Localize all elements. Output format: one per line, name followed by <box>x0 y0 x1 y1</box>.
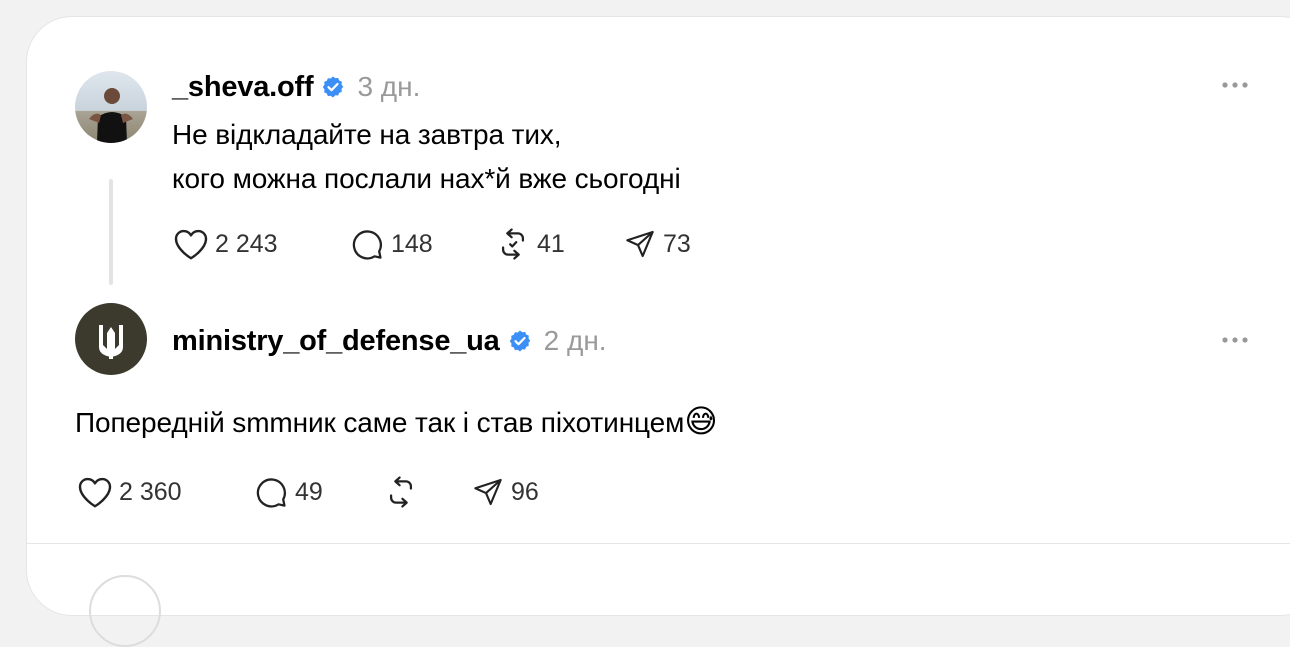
post-actions: 2 243 148 41 73 <box>173 227 723 261</box>
next-post-avatar[interactable] <box>89 575 161 647</box>
post-time[interactable]: 3 дн. <box>357 71 420 103</box>
more-horizontal-icon <box>1222 82 1248 88</box>
like-count: 2 360 <box>119 477 182 506</box>
verified-badge-icon <box>323 76 344 98</box>
reply-count: 148 <box>391 229 433 258</box>
post-header: _sheva.off 3 дн. <box>172 71 420 103</box>
reply-button[interactable]: 49 <box>253 475 383 509</box>
thread-card: _sheva.off 3 дн. Не відкладайте на завтр… <box>26 16 1290 647</box>
verified-badge-icon <box>509 330 530 352</box>
more-options-button[interactable] <box>1215 75 1255 95</box>
trident-icon <box>99 325 123 359</box>
send-icon <box>474 478 502 506</box>
send-icon <box>626 230 654 258</box>
like-count: 2 243 <box>215 229 278 258</box>
sweat-smile-emoji: 😅 <box>684 403 718 439</box>
comment-icon <box>352 230 382 260</box>
reply-count: 49 <box>295 477 323 506</box>
repost-count: 41 <box>537 229 565 258</box>
post-text-line: Не відкладайте на завтра тих, <box>172 119 562 150</box>
username[interactable]: _sheva.off <box>172 71 314 104</box>
thread-connector <box>109 179 113 285</box>
post-header: ministry_of_defense_ua 2 дн. <box>172 325 607 357</box>
like-button[interactable]: 2 360 <box>77 475 253 509</box>
repost-button[interactable] <box>383 475 471 509</box>
share-button[interactable]: 96 <box>471 476 571 508</box>
share-count: 96 <box>511 477 539 506</box>
username[interactable]: ministry_of_defense_ua <box>172 325 500 358</box>
repost-button[interactable]: 41 <box>495 227 623 261</box>
heart-icon <box>174 229 208 260</box>
more-horizontal-icon <box>1222 337 1248 343</box>
share-button[interactable]: 73 <box>623 228 723 260</box>
repost-icon <box>501 228 525 260</box>
post-divider <box>27 543 1290 544</box>
avatar-ministry-of-defense[interactable] <box>75 303 147 375</box>
avatar-sheva[interactable] <box>75 71 147 143</box>
more-options-button[interactable] <box>1215 330 1255 350</box>
avatar-photo <box>75 71 147 143</box>
repost-icon <box>389 476 413 508</box>
post-text: Не відкладайте на завтра тих, кого можна… <box>172 113 681 201</box>
post-text-line: Попередній smmник саме так і став піхоти… <box>75 407 685 438</box>
reply-button[interactable]: 148 <box>349 227 495 261</box>
post-actions: 2 360 49 96 <box>77 475 571 509</box>
heart-icon <box>78 477 112 508</box>
like-button[interactable]: 2 243 <box>173 227 349 261</box>
post-text-line: кого можна послали нах*й вже сьогодні <box>172 163 681 194</box>
share-count: 73 <box>663 229 691 258</box>
post-time[interactable]: 2 дн. <box>544 325 607 357</box>
comment-icon <box>256 478 286 508</box>
post-text: Попередній smmник саме так і став піхоти… <box>75 399 718 445</box>
